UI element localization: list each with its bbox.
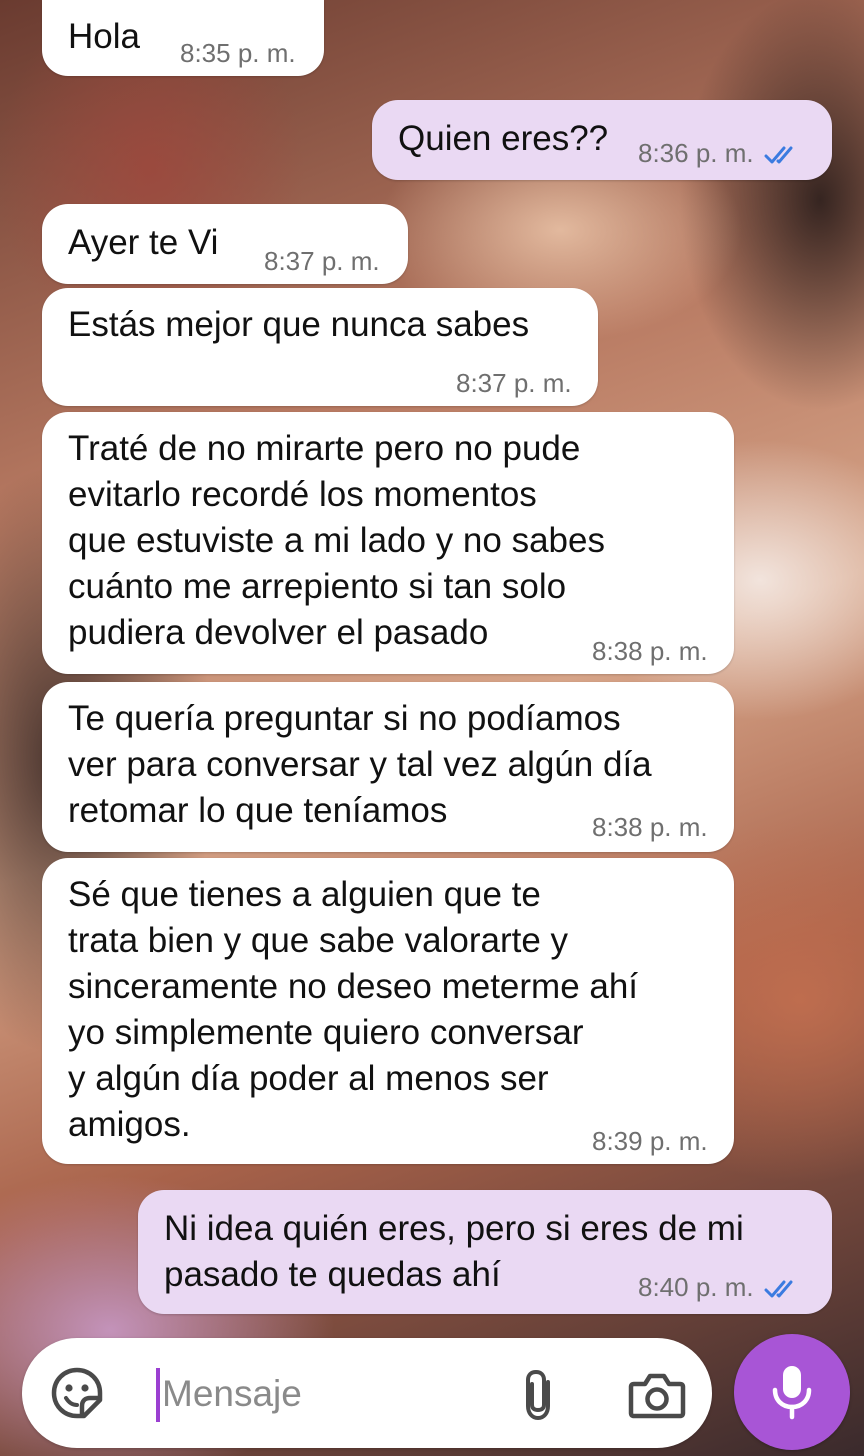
message-text: Estás mejor que nunca sabes xyxy=(68,305,530,344)
message-time: 8:36 p. m. xyxy=(638,138,802,168)
message-time: 8:37 p. m. xyxy=(456,368,572,398)
voice-record-button[interactable] xyxy=(734,1334,850,1450)
message-composer xyxy=(22,1338,712,1448)
message-text: Hola xyxy=(68,17,140,56)
message-time-label: 8:40 p. m. xyxy=(638,1272,754,1302)
message-bubble-incoming[interactable]: Ayer te Vi 8:37 p. m. xyxy=(42,204,408,284)
message-time: 8:38 p. m. xyxy=(592,812,708,842)
message-input[interactable] xyxy=(162,1364,502,1424)
message-time: 8:40 p. m. xyxy=(638,1272,802,1302)
message-bubble-incoming[interactable]: Traté de no mirarte pero no pude evitarl… xyxy=(42,412,734,674)
message-text: Sé que tienes a alguien que te trata bie… xyxy=(68,875,639,1144)
paperclip-icon[interactable] xyxy=(518,1368,562,1422)
message-bubble-outgoing[interactable]: Ni idea quién eres, pero si eres de mi p… xyxy=(138,1190,832,1314)
message-bubble-incoming[interactable]: Hola 8:35 p. m. xyxy=(42,0,324,76)
message-bubble-incoming[interactable]: Sé que tienes a alguien que te trata bie… xyxy=(42,858,734,1164)
message-text: Traté de no mirarte pero no pude evitarl… xyxy=(68,429,605,652)
message-list[interactable]: Hola 8:35 p. m. Quien eres?? 8:36 p. m. … xyxy=(0,0,864,1456)
message-time: 8:37 p. m. xyxy=(264,246,380,276)
sticker-emoji-icon[interactable] xyxy=(50,1366,104,1420)
message-time: 8:35 p. m. xyxy=(180,38,296,68)
message-time: 8:38 p. m. xyxy=(592,636,708,666)
message-text: Ayer te Vi xyxy=(68,223,219,262)
message-time-label: 8:36 p. m. xyxy=(638,138,754,168)
microphone-icon xyxy=(772,1366,812,1420)
message-bubble-outgoing[interactable]: Quien eres?? 8:36 p. m. xyxy=(372,100,832,180)
text-cursor xyxy=(156,1368,160,1422)
read-receipt-icon xyxy=(764,146,793,164)
message-bubble-incoming[interactable]: Te quería preguntar si no podíamos ver p… xyxy=(42,682,734,852)
message-time: 8:39 p. m. xyxy=(592,1126,708,1156)
message-text: Te quería preguntar si no podíamos ver p… xyxy=(68,699,652,830)
message-text: Quien eres?? xyxy=(398,119,609,158)
camera-icon[interactable] xyxy=(628,1368,686,1422)
read-receipt-icon xyxy=(764,1280,793,1298)
message-bubble-incoming[interactable]: Estás mejor que nunca sabes 8:37 p. m. xyxy=(42,288,598,406)
